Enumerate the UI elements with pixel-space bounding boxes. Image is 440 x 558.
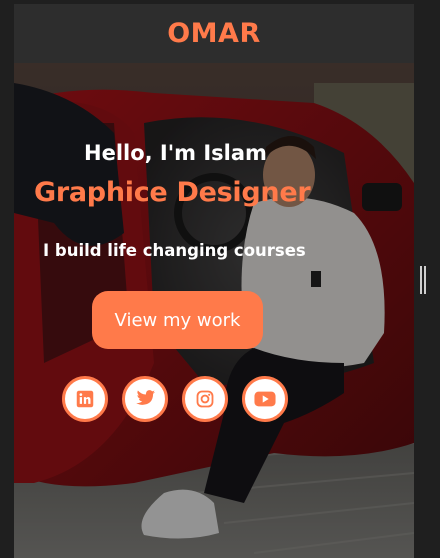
hero-section: Hello, I'm Islam Graphice Designer I bui… (14, 63, 414, 558)
youtube-button[interactable] (242, 376, 288, 422)
instagram-button[interactable] (182, 376, 228, 422)
linkedin-icon (76, 390, 94, 408)
twitter-button[interactable] (122, 376, 168, 422)
hero-role: Graphice Designer (34, 177, 311, 208)
hero-greeting: Hello, I'm Islam (84, 141, 267, 165)
youtube-icon (254, 391, 276, 407)
hero-tagline: I build life changing courses (43, 241, 306, 260)
browser-frame: OMAR Hello, I'm Islam Graphice Designer … (0, 0, 440, 558)
navbar: OMAR (14, 4, 414, 63)
resize-handle[interactable] (418, 262, 428, 298)
instagram-icon (196, 390, 214, 408)
view-my-work-button[interactable]: View my work (92, 291, 263, 349)
page-viewport: OMAR Hello, I'm Islam Graphice Designer … (14, 4, 414, 558)
linkedin-button[interactable] (62, 376, 108, 422)
brand-logo[interactable]: OMAR (167, 18, 261, 49)
twitter-icon (136, 390, 155, 405)
